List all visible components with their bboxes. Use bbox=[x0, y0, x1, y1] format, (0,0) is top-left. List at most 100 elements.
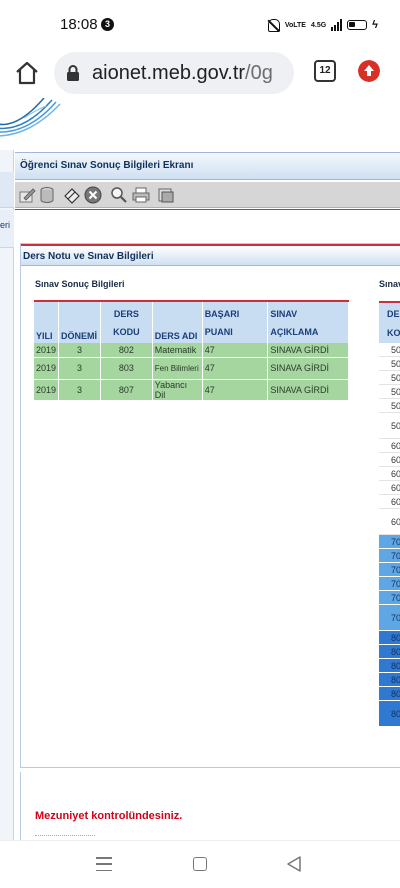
right-panel-cell: 70 bbox=[379, 577, 400, 591]
right-panel-cell: 60 bbox=[379, 467, 400, 481]
divider bbox=[15, 209, 400, 210]
search-icon[interactable] bbox=[110, 186, 128, 204]
url-text: aionet.meb.gov.tr/0g bbox=[92, 62, 273, 84]
right-panel-cell: 60 bbox=[379, 509, 400, 535]
left-menu-label[interactable]: eri bbox=[0, 220, 10, 230]
cell-exam-note: SINAVA GİRDİ bbox=[267, 343, 349, 358]
right-panel-title: Sınav bbox=[379, 279, 400, 289]
table-row: 2019 3 803 Fen Bilimleri 47 SINAVA GİRDİ bbox=[34, 357, 349, 380]
right-panel-cell: 50 bbox=[379, 371, 400, 385]
cell-course-code: 803 bbox=[100, 357, 153, 380]
cell-year: 2019 bbox=[34, 357, 60, 380]
system-nav-bar bbox=[0, 840, 400, 888]
status-icons: VoLTE 4.5G ϟ bbox=[267, 17, 378, 33]
export-icon[interactable] bbox=[157, 186, 175, 204]
right-panel-cell: 50 bbox=[379, 413, 400, 439]
table-row: 2019 3 802 Matematik 47 SINAVA GİRDİ bbox=[34, 343, 349, 358]
site-logo bbox=[0, 98, 61, 137]
battery-icon bbox=[347, 20, 368, 30]
browser-toolbar: aionet.meb.gov.tr/0g 12 bbox=[0, 48, 400, 98]
cell-score: 47 bbox=[202, 343, 269, 358]
table-row: 2019 3 807 Yabancı Dil 47 SINAVA GİRDİ bbox=[34, 379, 349, 401]
column-header-year: YILI bbox=[34, 300, 60, 343]
right-panel-cell: 50 bbox=[379, 385, 400, 399]
graduation-status-message: Mezuniyet kontrolündesiniz. bbox=[35, 810, 183, 822]
address-bar[interactable]: aionet.meb.gov.tr/0g bbox=[54, 52, 294, 94]
left-menu-tab[interactable] bbox=[0, 172, 14, 208]
cell-exam-note: SINAVA GİRDİ bbox=[267, 357, 349, 380]
column-header-course-name: DERS ADI bbox=[152, 300, 203, 343]
right-panel-table: DE KO 5050505050506060606060607070707070… bbox=[379, 301, 400, 727]
screen-title: Öğrenci Sınav Sonuç Bilgileri Ekranı bbox=[20, 160, 194, 171]
column-header-course-code: DERS KODU bbox=[100, 300, 153, 343]
right-panel-cell: 70 bbox=[379, 591, 400, 605]
right-panel-cell: 60 bbox=[379, 481, 400, 495]
right-panel-cell: 50 bbox=[379, 357, 400, 371]
right-panel-cell: 80 bbox=[379, 659, 400, 673]
home-button-icon[interactable] bbox=[193, 857, 207, 871]
site-header bbox=[0, 98, 400, 150]
network-speed-label: 4.5G bbox=[310, 21, 327, 29]
update-icon[interactable] bbox=[358, 60, 380, 82]
column-header-term: DÖNEMİ bbox=[58, 300, 102, 343]
notification-count-badge: 3 bbox=[101, 18, 114, 31]
section-title: Ders Notu ve Sınav Bilgileri bbox=[23, 251, 154, 262]
edit-icon[interactable] bbox=[18, 186, 36, 204]
cell-course-code: 807 bbox=[100, 379, 153, 401]
cell-year: 2019 bbox=[34, 379, 60, 401]
eraser-icon[interactable] bbox=[63, 186, 81, 204]
left-menu-strip: eri bbox=[0, 150, 14, 840]
volte-label: VoLTE bbox=[284, 21, 306, 29]
muted-bell-icon bbox=[267, 18, 280, 32]
cell-course-name: Fen Bilimleri bbox=[152, 357, 203, 380]
right-panel-cell: 80 bbox=[379, 701, 400, 727]
action-toolbar bbox=[15, 182, 400, 208]
lock-icon bbox=[67, 65, 79, 81]
cell-exam-note: SINAVA GİRDİ bbox=[267, 379, 349, 401]
cancel-icon[interactable] bbox=[84, 186, 102, 204]
recent-apps-icon[interactable] bbox=[96, 857, 112, 871]
right-panel-cell: 50 bbox=[379, 343, 400, 357]
divider bbox=[20, 772, 21, 840]
home-icon[interactable] bbox=[14, 60, 40, 86]
right-panel-cell: 70 bbox=[379, 535, 400, 549]
cell-course-name: Yabancı Dil bbox=[152, 379, 203, 401]
cell-term: 3 bbox=[58, 343, 102, 358]
column-header-score: BAŞARI PUANI bbox=[202, 300, 269, 343]
status-time: 18:08 bbox=[60, 16, 98, 33]
screen-title-bar: Öğrenci Sınav Sonuç Bilgileri Ekranı bbox=[15, 152, 400, 180]
cell-course-name: Matematik bbox=[152, 343, 203, 358]
right-panel-cell: 80 bbox=[379, 645, 400, 659]
cell-score: 47 bbox=[202, 357, 269, 380]
right-panel-cell: 70 bbox=[379, 563, 400, 577]
divider bbox=[35, 835, 95, 839]
right-panel-cell: 60 bbox=[379, 453, 400, 467]
signal-icon bbox=[331, 19, 343, 31]
right-panel-header: DE KO bbox=[379, 301, 400, 343]
results-title: Sınav Sonuç Bilgileri bbox=[35, 279, 125, 289]
right-panel-cell: 60 bbox=[379, 495, 400, 509]
cell-year: 2019 bbox=[34, 343, 60, 358]
cell-score: 47 bbox=[202, 379, 269, 401]
cell-course-code: 802 bbox=[100, 343, 153, 358]
status-bar: 18:08 3 VoLTE 4.5G ϟ bbox=[0, 0, 400, 48]
charging-icon: ϟ bbox=[372, 19, 378, 31]
table-header-row: YILI DÖNEMİ DERS KODU DERS ADI BAŞARI PUAN… bbox=[34, 300, 349, 343]
cell-term: 3 bbox=[58, 379, 102, 401]
database-icon[interactable] bbox=[38, 186, 56, 204]
right-panel-cell: 70 bbox=[379, 549, 400, 563]
web-page: eri Öğrenci Sınav Sonuç Bilgileri Ekranı bbox=[0, 98, 400, 840]
section-header: Ders Notu ve Sınav Bilgileri bbox=[21, 244, 400, 266]
right-panel-cell: 60 bbox=[379, 439, 400, 453]
right-panel-cell: 80 bbox=[379, 631, 400, 645]
column-header-exam-note: SINAV AÇIKLAMA bbox=[267, 300, 349, 343]
exam-results-table: YILI DÖNEMİ DERS KODU DERS ADI BAŞARI PUAN… bbox=[34, 300, 349, 401]
print-icon[interactable] bbox=[132, 186, 150, 204]
right-panel-cell: 80 bbox=[379, 687, 400, 701]
cell-term: 3 bbox=[58, 357, 102, 380]
back-icon[interactable] bbox=[286, 855, 302, 873]
right-panel-cell: 70 bbox=[379, 605, 400, 631]
right-panel-cell: 50 bbox=[379, 399, 400, 413]
right-panel-cell: 80 bbox=[379, 673, 400, 687]
tab-switcher-button[interactable]: 12 bbox=[314, 60, 336, 82]
